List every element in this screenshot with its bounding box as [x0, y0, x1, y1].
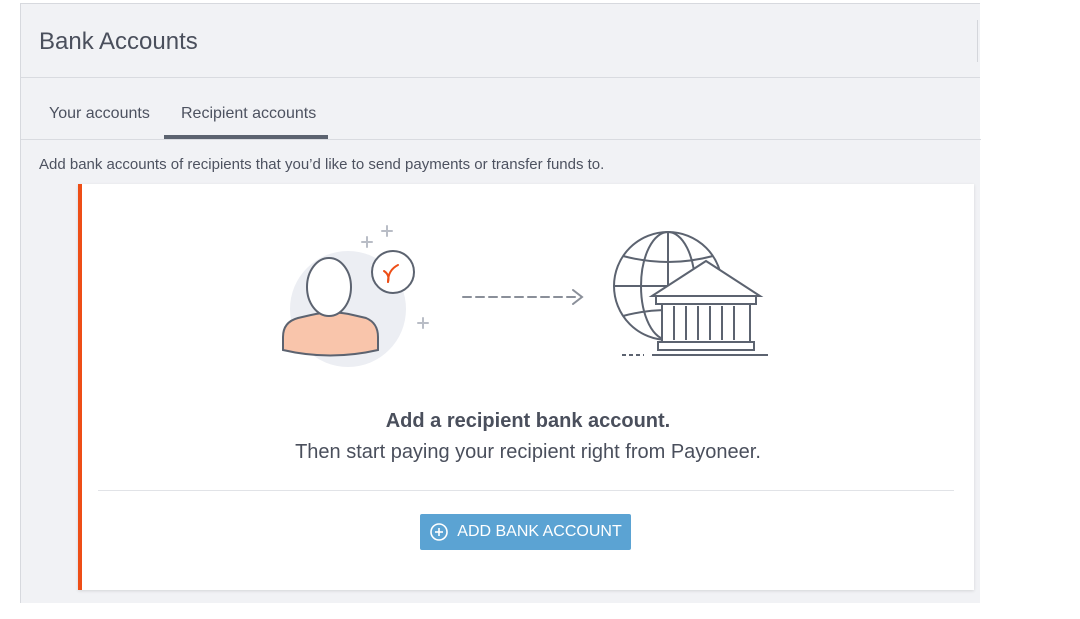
tab-your-accounts[interactable]: Your accounts — [49, 105, 150, 123]
add-bank-account-label: ADD BANK ACCOUNT — [457, 523, 622, 540]
arrow-right-icon — [462, 289, 584, 305]
empty-state-card: Add a recipient bank account. Then start… — [78, 184, 974, 590]
active-tab-indicator — [164, 135, 328, 139]
recipient-bank-illustration — [282, 225, 768, 367]
clock-icon — [371, 250, 415, 294]
header-divider — [977, 20, 978, 62]
empty-state-subtitle: Then start paying your recipient right f… — [295, 441, 761, 463]
empty-state-title: Add a recipient bank account. — [385, 410, 671, 432]
plus-circle-icon — [429, 522, 449, 542]
tab-recipient-accounts[interactable]: Recipient accounts — [181, 105, 316, 123]
page-header: Bank Accounts — [21, 4, 980, 78]
card-divider — [98, 490, 954, 491]
account-tabs: Your accounts Recipient accounts — [21, 79, 981, 140]
page-description: Add bank accounts of recipients that you… — [39, 156, 605, 173]
add-bank-account-button[interactable]: ADD BANK ACCOUNT — [420, 514, 631, 550]
page-title: Bank Accounts — [39, 28, 198, 55]
bank-accounts-panel: Bank Accounts Your accounts Recipient ac… — [20, 3, 981, 603]
